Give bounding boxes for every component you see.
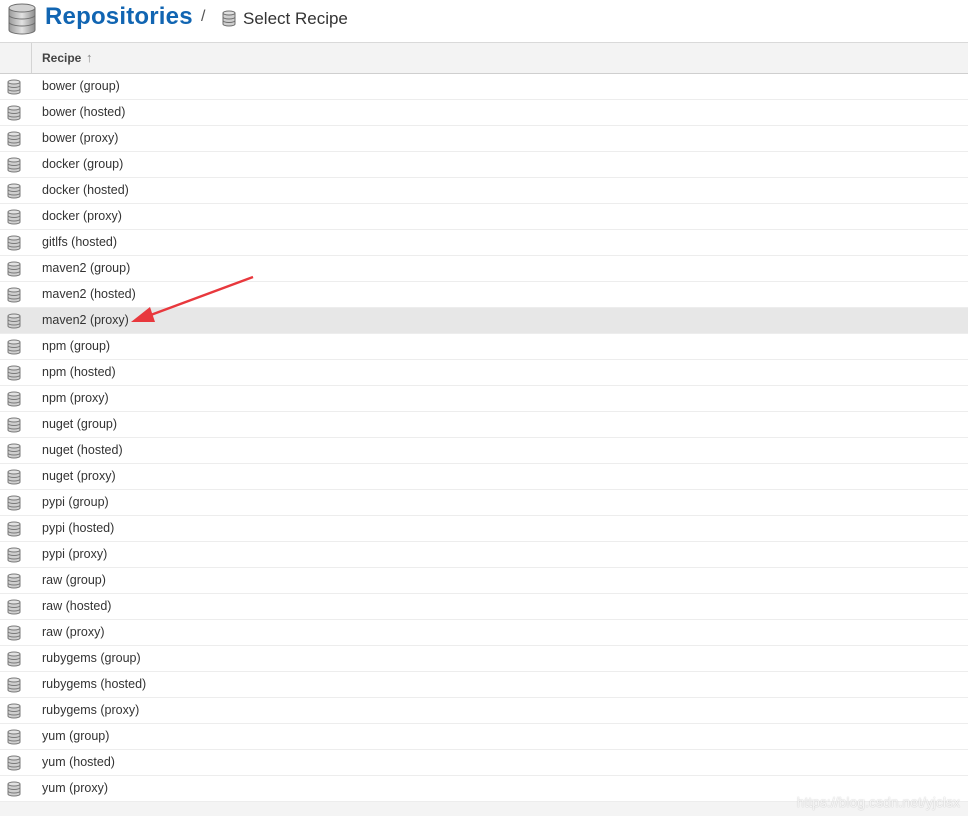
recipe-row[interactable]: pypi (proxy)	[0, 542, 968, 568]
recipe-name: pypi (group)	[42, 495, 109, 509]
recipe-column-header[interactable]: Recipe	[42, 51, 81, 65]
database-icon	[7, 157, 21, 173]
page-header: Repositories / Select Recipe	[0, 0, 968, 43]
watermark: https://blog.csdn.net/yjclsx	[796, 794, 960, 810]
recipe-row[interactable]: bower (proxy)	[0, 126, 968, 152]
recipe-name: rubygems (proxy)	[42, 703, 140, 717]
database-icon	[7, 365, 21, 381]
recipe-row[interactable]: pypi (group)	[0, 490, 968, 516]
database-icon	[7, 391, 21, 407]
recipe-name: bower (proxy)	[42, 131, 119, 145]
recipe-name: docker (group)	[42, 157, 124, 171]
recipe-name: npm (proxy)	[42, 391, 109, 405]
recipe-name: nuget (group)	[42, 417, 118, 431]
recipe-row[interactable]: npm (group)	[0, 334, 968, 360]
page-title[interactable]: Repositories	[45, 3, 193, 31]
recipe-row[interactable]: docker (hosted)	[0, 178, 968, 204]
recipe-row[interactable]: bower (hosted)	[0, 100, 968, 126]
database-icon	[7, 443, 21, 459]
database-icon	[7, 469, 21, 485]
database-icon	[7, 131, 21, 147]
recipe-row[interactable]: docker (proxy)	[0, 204, 968, 230]
recipe-row[interactable]: raw (group)	[0, 568, 968, 594]
database-icon	[7, 313, 21, 329]
recipe-name: pypi (proxy)	[42, 547, 108, 561]
database-icon	[7, 495, 21, 511]
recipe-name: rubygems (hosted)	[42, 677, 147, 691]
breadcrumb-separator: /	[201, 8, 206, 25]
recipe-row[interactable]: gitlfs (hosted)	[0, 230, 968, 256]
database-icon	[7, 677, 21, 693]
recipe-row[interactable]: raw (hosted)	[0, 594, 968, 620]
database-icon	[8, 3, 36, 35]
database-icon	[7, 235, 21, 251]
recipe-name: raw (hosted)	[42, 599, 112, 613]
recipe-row[interactable]: nuget (proxy)	[0, 464, 968, 490]
database-icon	[7, 573, 21, 589]
database-icon	[7, 261, 21, 277]
database-icon	[7, 651, 21, 667]
database-icon	[7, 183, 21, 199]
recipe-row[interactable]: maven2 (hosted)	[0, 282, 968, 308]
recipe-name: yum (group)	[42, 729, 110, 743]
recipe-row[interactable]: nuget (hosted)	[0, 438, 968, 464]
recipe-name: gitlfs (hosted)	[42, 235, 118, 249]
recipe-name: bower (hosted)	[42, 105, 126, 119]
recipe-name: raw (proxy)	[42, 625, 105, 639]
icon-column-header	[0, 43, 32, 73]
breadcrumb-current: Select Recipe	[243, 9, 348, 28]
database-icon	[7, 547, 21, 563]
recipe-row[interactable]: raw (proxy)	[0, 620, 968, 646]
recipe-row[interactable]: maven2 (group)	[0, 256, 968, 282]
recipe-row[interactable]: yum (group)	[0, 724, 968, 750]
recipe-list: bower (group) bower (hosted) bower (proxy)…	[0, 74, 968, 802]
grid-header: Recipe ↑	[0, 43, 968, 74]
recipe-row[interactable]: rubygems (proxy)	[0, 698, 968, 724]
database-icon	[7, 339, 21, 355]
recipe-row[interactable]: yum (hosted)	[0, 750, 968, 776]
recipe-name: maven2 (group)	[42, 261, 131, 275]
recipe-name: raw (group)	[42, 573, 106, 587]
recipe-name: nuget (hosted)	[42, 443, 123, 457]
recipe-name: maven2 (hosted)	[42, 287, 136, 301]
database-icon	[7, 703, 21, 719]
database-icon	[7, 417, 21, 433]
recipe-name: docker (hosted)	[42, 183, 129, 197]
recipe-row[interactable]: docker (group)	[0, 152, 968, 178]
recipe-name: npm (group)	[42, 339, 111, 353]
database-icon	[7, 755, 21, 771]
database-icon	[7, 209, 21, 225]
database-icon	[7, 599, 21, 615]
recipe-row[interactable]: rubygems (hosted)	[0, 672, 968, 698]
database-icon	[7, 79, 21, 95]
recipe-name: yum (hosted)	[42, 755, 115, 769]
recipe-row[interactable]: maven2 (proxy)	[0, 308, 968, 334]
recipe-row[interactable]: bower (group)	[0, 74, 968, 100]
recipe-name: pypi (hosted)	[42, 521, 115, 535]
database-icon	[7, 781, 21, 797]
recipe-row[interactable]: nuget (group)	[0, 412, 968, 438]
database-icon	[7, 625, 21, 641]
recipe-name: maven2 (proxy)	[42, 313, 129, 327]
recipe-name: docker (proxy)	[42, 209, 122, 223]
recipe-row[interactable]: npm (proxy)	[0, 386, 968, 412]
database-icon	[7, 105, 21, 121]
database-icon	[7, 521, 21, 537]
recipe-name: rubygems (group)	[42, 651, 141, 665]
recipe-name: nuget (proxy)	[42, 469, 116, 483]
recipe-name: npm (hosted)	[42, 365, 116, 379]
database-icon	[7, 729, 21, 745]
database-icon	[222, 10, 236, 27]
recipe-row[interactable]: npm (hosted)	[0, 360, 968, 386]
database-icon	[7, 287, 21, 303]
recipe-row[interactable]: pypi (hosted)	[0, 516, 968, 542]
sort-ascending-icon[interactable]: ↑	[86, 50, 93, 65]
recipe-row[interactable]: rubygems (group)	[0, 646, 968, 672]
recipe-name: bower (group)	[42, 79, 120, 93]
recipe-name: yum (proxy)	[42, 781, 108, 795]
